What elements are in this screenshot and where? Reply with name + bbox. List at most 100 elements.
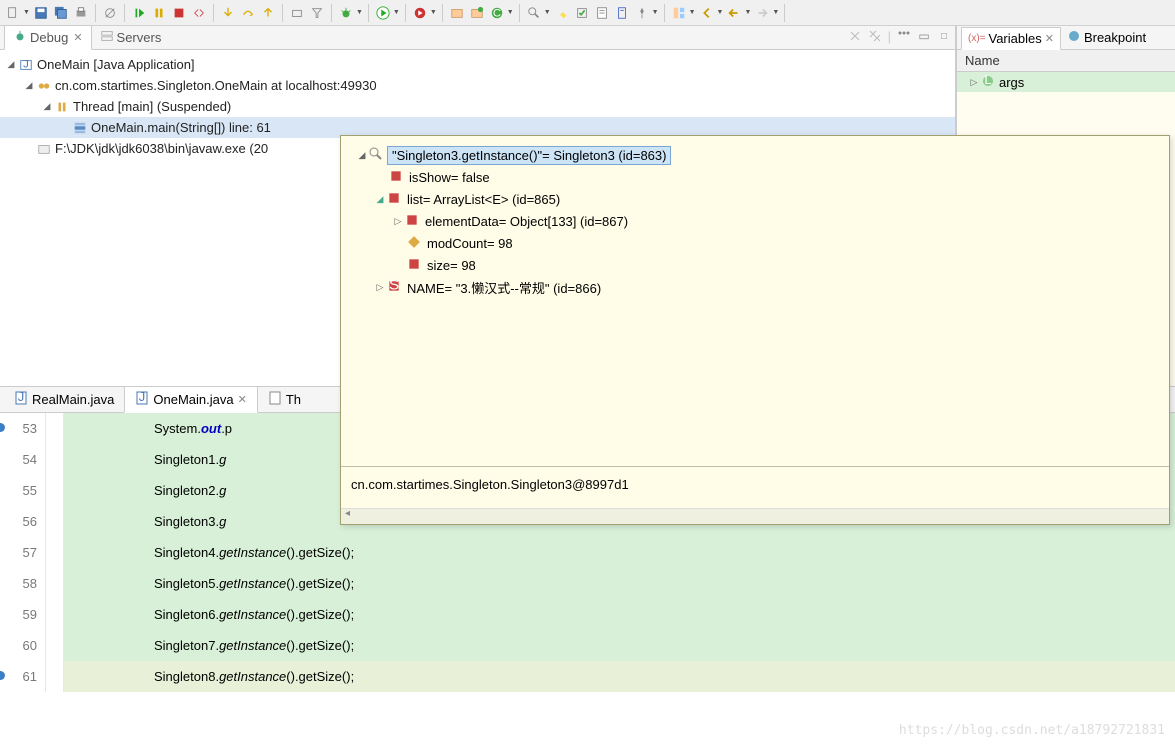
dropdown-icon[interactable]: ▼ bbox=[717, 9, 724, 16]
disconnect-icon[interactable] bbox=[190, 4, 208, 22]
search-icon[interactable] bbox=[525, 4, 543, 22]
close-icon[interactable]: ✕ bbox=[73, 31, 82, 44]
servers-icon bbox=[100, 29, 114, 46]
dropdown-icon[interactable]: ▼ bbox=[544, 9, 551, 16]
remove-launch-icon[interactable] bbox=[848, 29, 862, 43]
nav-back-small-icon[interactable] bbox=[698, 4, 716, 22]
step-over-icon[interactable] bbox=[239, 4, 257, 22]
variable-row[interactable]: ▷ L args bbox=[957, 72, 1175, 92]
horizontal-scrollbar[interactable] bbox=[341, 508, 1169, 524]
dropdown-icon[interactable]: ▼ bbox=[356, 9, 363, 16]
inspect-row[interactable]: size= 98 bbox=[351, 254, 1159, 276]
step-into-icon[interactable] bbox=[219, 4, 237, 22]
line-number-gutter[interactable]: 53 54 55 56 57 58 59 60 61 bbox=[0, 413, 46, 692]
new-class-icon[interactable] bbox=[468, 4, 486, 22]
expander-icon[interactable]: ◢ bbox=[40, 101, 54, 112]
line-number[interactable]: 54 bbox=[0, 444, 37, 475]
line-number[interactable]: 58 bbox=[0, 568, 37, 599]
line-number[interactable]: 56 bbox=[0, 506, 37, 537]
task-icon[interactable] bbox=[593, 4, 611, 22]
inspect-row[interactable]: ▷ S NAME= "3.懒汉式--常规" (id=866) bbox=[351, 276, 1159, 298]
inspect-row-root[interactable]: ◢ "Singleton3.getInstance()"= Singleton3… bbox=[351, 144, 1159, 166]
tab-debug[interactable]: Debug ✕ bbox=[4, 25, 92, 50]
run-icon[interactable] bbox=[374, 4, 392, 22]
code-line[interactable]: Singleton5.getInstance().getSize(); bbox=[64, 568, 1175, 599]
expander-icon[interactable]: ◢ bbox=[4, 59, 18, 70]
use-step-filters-icon[interactable] bbox=[308, 4, 326, 22]
variables-column-header[interactable]: Name bbox=[957, 50, 1175, 72]
minimize-icon[interactable]: ▭ bbox=[917, 29, 931, 43]
tree-node-thread[interactable]: ◢ Thread [main] (Suspended) bbox=[0, 96, 955, 117]
nav-back-icon[interactable] bbox=[725, 4, 743, 22]
dropdown-icon[interactable]: ▼ bbox=[23, 9, 30, 16]
dropdown-icon[interactable]: ▼ bbox=[689, 9, 696, 16]
maximize-icon[interactable]: □ bbox=[937, 29, 951, 43]
debug-icon[interactable] bbox=[337, 4, 355, 22]
toggle-mark-icon[interactable] bbox=[573, 4, 591, 22]
dropdown-icon[interactable]: ▼ bbox=[393, 9, 400, 16]
tab-onemain[interactable]: J OneMain.java ✕ bbox=[124, 386, 257, 413]
save-icon[interactable] bbox=[32, 4, 50, 22]
new-type-icon[interactable]: C bbox=[488, 4, 506, 22]
close-icon[interactable]: ✕ bbox=[1045, 32, 1054, 45]
step-return-icon[interactable] bbox=[259, 4, 277, 22]
save-all-icon[interactable] bbox=[52, 4, 70, 22]
tab-th[interactable]: Th bbox=[258, 387, 311, 412]
new-package-icon[interactable] bbox=[448, 4, 466, 22]
inspect-row[interactable]: modCount= 98 bbox=[351, 232, 1159, 254]
print-icon[interactable] bbox=[72, 4, 90, 22]
view-menu-icon[interactable] bbox=[897, 29, 911, 43]
line-number[interactable]: 61 bbox=[0, 661, 37, 692]
perspective-icon[interactable] bbox=[670, 4, 688, 22]
pause-icon[interactable] bbox=[150, 4, 168, 22]
inspect-row[interactable]: ▷ elementData= Object[133] (id=867) bbox=[351, 210, 1159, 232]
new-icon[interactable] bbox=[4, 4, 22, 22]
pin-icon[interactable] bbox=[633, 4, 651, 22]
expander-icon[interactable]: ◢ bbox=[355, 150, 369, 161]
tab-variables[interactable]: (x)= Variables ✕ bbox=[961, 27, 1061, 50]
inspect-tree[interactable]: ◢ "Singleton3.getInstance()"= Singleton3… bbox=[341, 136, 1169, 466]
inspect-row[interactable]: isShow= false bbox=[351, 166, 1159, 188]
line-number[interactable]: 57 bbox=[0, 537, 37, 568]
line-number[interactable]: 59 bbox=[0, 599, 37, 630]
highlight-icon[interactable] bbox=[553, 4, 571, 22]
stop-icon[interactable] bbox=[170, 4, 188, 22]
skip-breakpoints-icon[interactable] bbox=[101, 4, 119, 22]
inspect-row[interactable]: ◢ list= ArrayList<E> (id=865) bbox=[351, 188, 1159, 210]
dropdown-icon[interactable]: ▼ bbox=[430, 9, 437, 16]
code-line[interactable]: Singleton6.getInstance().getSize(); bbox=[64, 599, 1175, 630]
expander-icon[interactable]: ◢ bbox=[22, 80, 36, 91]
expression-inspect-popup[interactable]: ◢ "Singleton3.getInstance()"= Singleton3… bbox=[340, 135, 1170, 525]
tab-breakpoints[interactable]: Breakpoint bbox=[1061, 26, 1152, 49]
drop-frame-icon[interactable] bbox=[288, 4, 306, 22]
remove-all-icon[interactable] bbox=[868, 29, 882, 43]
tree-node-vm[interactable]: ◢ cn.com.startimes.Singleton.OneMain at … bbox=[0, 75, 955, 96]
line-number[interactable]: 55 bbox=[0, 475, 37, 506]
dropdown-icon[interactable]: ▼ bbox=[744, 9, 751, 16]
line-number[interactable]: 60 bbox=[0, 630, 37, 661]
code-line[interactable]: Singleton4.getInstance().getSize(); bbox=[64, 537, 1175, 568]
code-line[interactable]: Singleton7.getInstance().getSize(); bbox=[64, 630, 1175, 661]
line-number[interactable]: 53 bbox=[0, 413, 37, 444]
tree-label: F:\JDK\jdk\jdk6038\bin\javaw.exe (20 bbox=[55, 141, 268, 156]
close-icon[interactable]: ✕ bbox=[238, 393, 247, 406]
folding-margin[interactable] bbox=[46, 413, 64, 692]
expander-icon[interactable]: ▷ bbox=[967, 77, 981, 88]
tab-realmain[interactable]: J RealMain.java bbox=[4, 387, 124, 412]
outline-icon[interactable] bbox=[613, 4, 631, 22]
expander-icon[interactable]: ▷ bbox=[373, 282, 387, 293]
nav-forward-icon[interactable] bbox=[753, 4, 771, 22]
dropdown-icon[interactable]: ▼ bbox=[652, 9, 659, 16]
resume-icon[interactable] bbox=[130, 4, 148, 22]
dropdown-icon[interactable]: ▼ bbox=[507, 9, 514, 16]
expander-icon[interactable]: ◢ bbox=[373, 194, 387, 205]
inspect-detail-pane[interactable]: cn.com.startimes.Singleton.Singleton3@89… bbox=[341, 466, 1169, 508]
svg-text:S: S bbox=[389, 279, 399, 293]
inspect-tostring: cn.com.startimes.Singleton.Singleton3@89… bbox=[351, 477, 629, 492]
expander-icon[interactable]: ▷ bbox=[391, 216, 405, 227]
tree-node-app[interactable]: ◢ J OneMain [Java Application] bbox=[0, 54, 955, 75]
code-line[interactable]: Singleton8.getInstance().getSize(); bbox=[64, 661, 1175, 692]
run-external-icon[interactable] bbox=[411, 4, 429, 22]
tab-servers[interactable]: Servers bbox=[92, 26, 170, 49]
dropdown-icon[interactable]: ▼ bbox=[772, 9, 779, 16]
